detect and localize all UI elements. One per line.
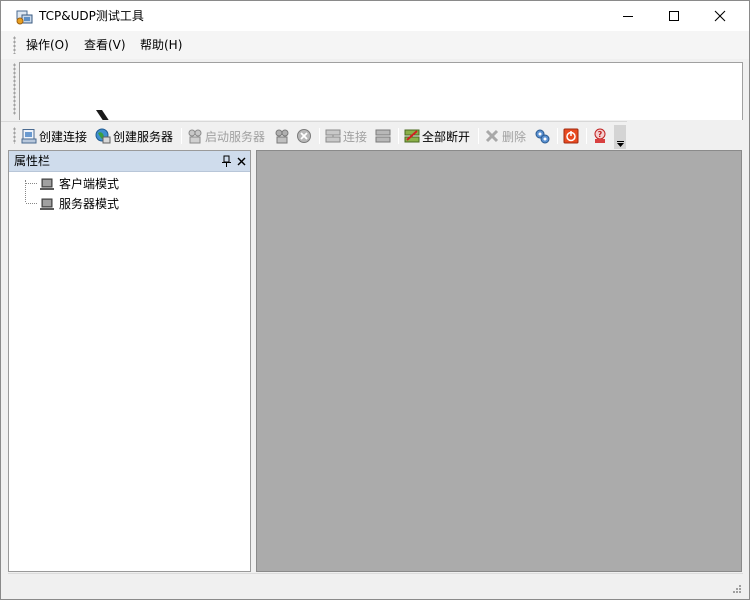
monitor-icon xyxy=(40,198,54,210)
pin-icon[interactable] xyxy=(221,155,232,168)
property-panel: 属性栏 客户端模式 服务器模式 xyxy=(8,150,251,572)
property-panel-header[interactable]: 属性栏 xyxy=(9,151,250,172)
stray-shape-icon xyxy=(96,110,109,120)
settings-button[interactable] xyxy=(534,126,552,146)
delete-label: 删除 xyxy=(502,129,527,144)
menu-bar: 操作(O) 查看(V) 帮助(H) xyxy=(1,31,749,59)
panel-close-icon[interactable] xyxy=(236,155,247,168)
svg-text:?: ? xyxy=(598,130,603,139)
minimize-icon xyxy=(623,16,633,17)
toolbar-grip[interactable] xyxy=(13,127,16,144)
create-connection-label: 创建连接 xyxy=(39,129,88,144)
menu-operate[interactable]: 操作(O) xyxy=(26,37,69,53)
status-bar xyxy=(8,573,743,595)
toolbar-separator xyxy=(319,128,320,144)
power-icon xyxy=(563,128,579,144)
network-app-icon xyxy=(16,10,33,25)
connect-label: 连接 xyxy=(343,129,368,144)
power-button[interactable] xyxy=(563,126,581,146)
help-button[interactable]: ? xyxy=(592,126,610,146)
tree-item-label: 客户端模式 xyxy=(59,177,120,191)
document-area[interactable] xyxy=(256,150,742,572)
resize-grip-icon[interactable] xyxy=(731,583,741,593)
app-window: TCP&UDP测试工具 操作(O) 查看(V) 帮助(H) 创建连接 创建服务器… xyxy=(0,0,750,600)
menubar-grip[interactable] xyxy=(13,36,16,54)
disconnect-all-button[interactable]: 全部断开 xyxy=(404,126,470,146)
toolbar-separator xyxy=(586,128,587,144)
toolbar-separator xyxy=(478,128,479,144)
toolbar-separator xyxy=(181,128,182,144)
menu-view[interactable]: 查看(V) xyxy=(84,37,126,53)
tree-item-server-mode[interactable]: 服务器模式 xyxy=(17,194,119,213)
connect-icon xyxy=(325,129,341,143)
toolbar-overflow-button[interactable] xyxy=(614,125,626,149)
tree-item-client-mode[interactable]: 客户端模式 xyxy=(17,174,119,193)
start-server-button[interactable]: 启动服务器 xyxy=(187,126,265,146)
disconnect-button[interactable] xyxy=(375,126,393,146)
close-button[interactable] xyxy=(697,1,743,31)
create-connection-button[interactable]: 创建连接 xyxy=(21,126,87,146)
create-server-label: 创建服务器 xyxy=(113,129,174,144)
tree-branch-line xyxy=(26,203,37,204)
delete-x-icon xyxy=(485,129,499,143)
settings-gear-icon xyxy=(535,129,550,144)
disconnect-icon xyxy=(375,129,391,143)
toolbar-separator xyxy=(398,128,399,144)
top-panel-content xyxy=(19,62,743,120)
help-icon: ? xyxy=(594,128,606,143)
chevron-down-icon xyxy=(616,141,624,147)
close-icon xyxy=(714,10,726,22)
new-connection-icon xyxy=(21,129,37,144)
minimize-button[interactable] xyxy=(605,1,651,31)
stop-server-button[interactable] xyxy=(274,126,292,146)
tree-item-label: 服务器模式 xyxy=(59,197,120,211)
top-dock-panel xyxy=(1,59,749,121)
title-bar[interactable]: TCP&UDP测试工具 xyxy=(1,1,749,31)
connect-button[interactable]: 连接 xyxy=(325,126,367,146)
disconnect-all-label: 全部断开 xyxy=(422,129,471,144)
maximize-icon xyxy=(669,11,679,21)
create-server-button[interactable]: 创建服务器 xyxy=(95,126,173,146)
top-panel-grip[interactable] xyxy=(13,63,16,115)
maximize-button[interactable] xyxy=(651,1,697,31)
disconnect-all-icon xyxy=(404,129,420,143)
property-panel-title: 属性栏 xyxy=(14,154,51,168)
start-server-icon xyxy=(188,129,202,144)
cancel-circle-icon xyxy=(297,129,311,143)
delete-button[interactable]: 删除 xyxy=(484,126,526,146)
globe-server-icon xyxy=(95,128,111,144)
stop-server-icon xyxy=(275,129,289,144)
main-toolbar: 创建连接 创建服务器 启动服务器 连接 全部断开 删除 ? xyxy=(1,121,627,149)
tree-branch-line xyxy=(26,183,37,184)
monitor-icon xyxy=(40,178,54,190)
toolbar-separator xyxy=(557,128,558,144)
cancel-button[interactable] xyxy=(296,126,314,146)
menu-help[interactable]: 帮助(H) xyxy=(140,37,182,53)
window-title: TCP&UDP测试工具 xyxy=(39,9,144,23)
start-server-label: 启动服务器 xyxy=(205,129,266,144)
mode-tree: 客户端模式 服务器模式 xyxy=(9,172,250,571)
